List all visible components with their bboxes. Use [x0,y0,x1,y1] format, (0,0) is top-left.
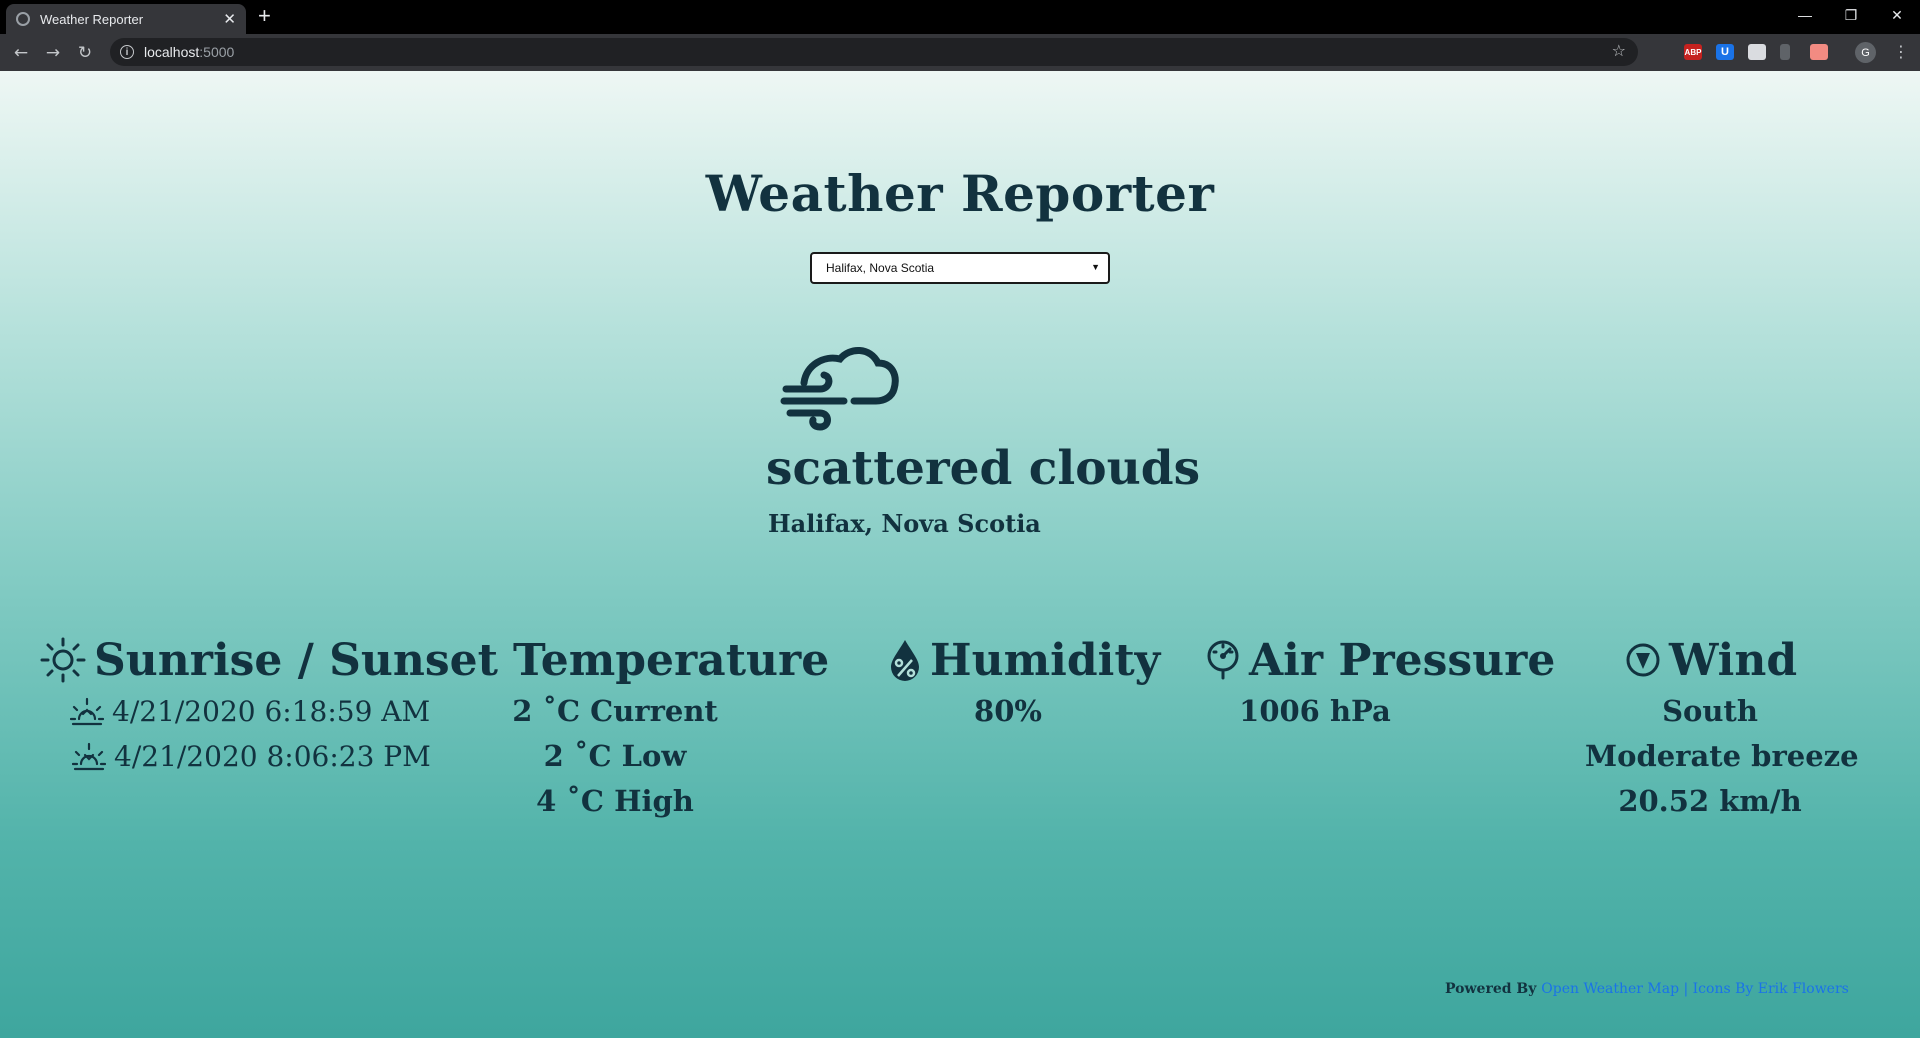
page-title: Weather Reporter [705,164,1215,223]
forward-button[interactable]: → [40,40,66,66]
city-select[interactable]: Halifax, Nova Scotia ▼ [810,252,1110,284]
sun-heading-text: Sunrise / Sunset [94,634,498,686]
humidity-heading: Humidity [888,631,1160,689]
browser-tab-bar: Weather Reporter ✕ + — ❐ ✕ [0,0,1920,34]
pressure-section: Air Pressure 1006 hPa [1205,631,1555,734]
wind-speed: 20.52 km/h [1618,784,1802,818]
location-label: Halifax, Nova Scotia [768,509,1041,538]
profile-avatar[interactable]: G [1855,42,1876,63]
globe-icon [16,12,30,26]
temperature-section: Temperature 2 ˚C Current 2 ˚C Low 4 ˚C H… [505,631,829,824]
footer-powered-by: Powered By [1445,981,1542,997]
footer-credits-link[interactable]: Open Weather Map | Icons By Erik Flowers [1541,981,1849,997]
screen-extension-icon[interactable] [1748,44,1766,60]
sun-section: Sunrise / Sunset 4/21/2020 6:18:59 AM 4/… [40,631,498,779]
address-bar[interactable]: i localhost:5000 ☆ [110,38,1638,66]
wind-description: Moderate breeze [1585,739,1859,773]
restore-button[interactable]: ❐ [1828,0,1874,30]
tab-close-button[interactable]: ✕ [223,10,236,28]
tag-extension-icon[interactable] [1810,44,1828,60]
humidity-section: Humidity 80% [888,631,1160,734]
sunset-row: 4/21/2020 8:06:23 PM [40,734,498,779]
wind-direction: South [1662,694,1758,728]
wind-section: Wind South Moderate breeze 20.52 km/h [1585,631,1859,824]
url-host: localhost [144,44,200,60]
adblock-extension-icon[interactable]: ABP [1684,44,1702,60]
dropdown-caret-icon: ▼ [1091,262,1100,272]
pressure-heading-text: Air Pressure [1249,634,1556,686]
close-window-button[interactable]: ✕ [1874,0,1920,30]
temp-current: 2 ˚C Current [512,694,718,728]
site-info-icon[interactable]: i [120,45,134,59]
minimize-button[interactable]: — [1782,0,1828,30]
temp-low: 2 ˚C Low [543,739,687,773]
url-text: localhost:5000 [144,44,234,60]
wind-heading-text: Wind [1669,634,1798,686]
pressure-value: 1006 hPa [1239,694,1391,728]
pressure-heading: Air Pressure [1205,631,1555,689]
ublock-extension-icon[interactable]: U [1716,44,1734,60]
sun-icon [40,637,86,683]
weather-description: scattered clouds [766,441,1201,496]
reload-button[interactable]: ↻ [72,40,98,66]
wind-direction-icon [1626,643,1660,677]
pin-extension-icon[interactable] [1780,44,1790,60]
back-button[interactable]: ← [8,40,34,66]
wind-cloud-icon [780,347,899,431]
tab-title: Weather Reporter [40,11,144,27]
weather-page: Weather Reporter Halifax, Nova Scotia ▼ … [0,71,1920,1038]
barometer-icon [1207,640,1239,680]
new-tab-button[interactable]: + [258,5,271,27]
city-select-value: Halifax, Nova Scotia [826,261,935,275]
temp-high: 4 ˚C High [536,784,694,818]
sunrise-time: 4/21/2020 6:18:59 AM [112,695,431,728]
url-port: :5000 [199,44,235,60]
temperature-heading: Temperature [505,631,829,689]
sunset-time: 4/21/2020 8:06:23 PM [114,740,431,773]
humidity-heading-text: Humidity [930,634,1161,686]
bookmark-star-icon[interactable]: ☆ [1612,41,1626,60]
temperature-heading-text: Temperature [513,634,830,686]
sun-heading: Sunrise / Sunset [40,631,498,689]
sunrise-icon [70,697,104,725]
humidity-value: 80% [974,694,1042,728]
wind-heading: Wind [1625,631,1835,689]
sunset-icon [72,742,106,770]
browser-menu-icon[interactable]: ⋮ [1893,42,1909,61]
browser-tab[interactable]: Weather Reporter ✕ [6,4,246,34]
browser-toolbar: ← → ↻ i localhost:5000 ☆ ABP U G ⋮ [0,34,1920,71]
humidity-drop-icon [891,640,919,681]
footer: Powered By Open Weather Map | Icons By E… [1445,981,1849,997]
sunrise-row: 4/21/2020 6:18:59 AM [40,689,498,734]
